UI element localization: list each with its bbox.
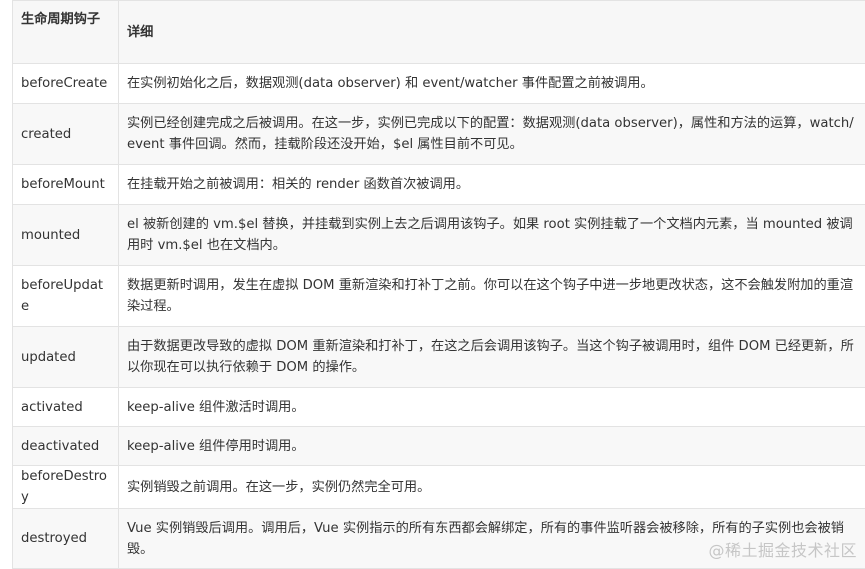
hook-name: created	[13, 104, 119, 165]
header-detail: 详细	[119, 1, 865, 64]
hook-detail: keep-alive 组件停用时调用。	[119, 427, 865, 466]
hook-name: beforeUpdate	[13, 266, 119, 327]
table-row: created 实例已经创建完成之后被调用。在这一步，实例已完成以下的配置：数据…	[13, 104, 865, 165]
hook-name: beforeDestroy	[13, 466, 119, 509]
hook-name: beforeCreate	[13, 64, 119, 104]
hook-detail: keep-alive 组件激活时调用。	[119, 388, 865, 427]
table-row: deactivated keep-alive 组件停用时调用。	[13, 427, 865, 466]
hook-name: mounted	[13, 205, 119, 266]
hook-detail: Vue 实例销毁后调用。调用后，Vue 实例指示的所有东西都会解绑定，所有的事件…	[119, 509, 865, 569]
table-row: beforeCreate 在实例初始化之后，数据观测(data observer…	[13, 64, 865, 104]
table-row: mounted el 被新创建的 vm.$el 替换，并挂载到实例上去之后调用该…	[13, 205, 865, 266]
hook-detail: 数据更新时调用，发生在虚拟 DOM 重新渲染和打补丁之前。你可以在这个钩子中进一…	[119, 266, 865, 327]
hook-name: activated	[13, 388, 119, 427]
hook-detail: 在实例初始化之后，数据观测(data observer) 和 event/wat…	[119, 64, 865, 104]
hook-name: beforeMount	[13, 165, 119, 205]
table-row: beforeUpdate 数据更新时调用，发生在虚拟 DOM 重新渲染和打补丁之…	[13, 266, 865, 327]
table-row: beforeMount 在挂载开始之前被调用：相关的 render 函数首次被调…	[13, 165, 865, 205]
hook-detail: el 被新创建的 vm.$el 替换，并挂载到实例上去之后调用该钩子。如果 ro…	[119, 205, 865, 266]
header-hook: 生命周期钩子	[13, 1, 119, 64]
hook-detail: 实例销毁之前调用。在这一步，实例仍然完全可用。	[119, 466, 865, 509]
hook-detail: 实例已经创建完成之后被调用。在这一步，实例已完成以下的配置：数据观测(data …	[119, 104, 865, 165]
hook-detail: 在挂载开始之前被调用：相关的 render 函数首次被调用。	[119, 165, 865, 205]
table-row: updated 由于数据更改导致的虚拟 DOM 重新渲染和打补丁，在这之后会调用…	[13, 327, 865, 388]
hook-name: updated	[13, 327, 119, 388]
table-row: destroyed Vue 实例销毁后调用。调用后，Vue 实例指示的所有东西都…	[13, 509, 865, 569]
hook-name: destroyed	[13, 509, 119, 569]
table-row: activated keep-alive 组件激活时调用。	[13, 388, 865, 427]
hook-name: deactivated	[13, 427, 119, 466]
lifecycle-hooks-table: 生命周期钩子 详细 beforeCreate 在实例初始化之后，数据观测(dat…	[12, 0, 865, 569]
table-row: beforeDestroy 实例销毁之前调用。在这一步，实例仍然完全可用。	[13, 466, 865, 509]
table-header-row: 生命周期钩子 详细	[13, 1, 865, 64]
hook-detail: 由于数据更改导致的虚拟 DOM 重新渲染和打补丁，在这之后会调用该钩子。当这个钩…	[119, 327, 865, 388]
